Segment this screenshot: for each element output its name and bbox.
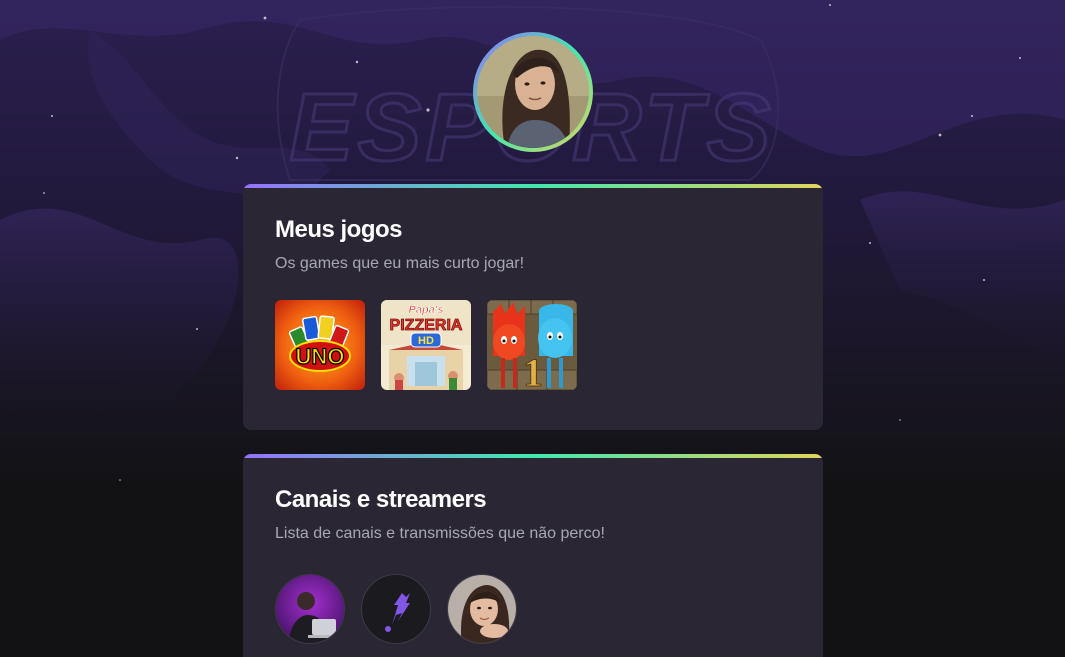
channels-card: Canais e streamers Lista de canais e tra… xyxy=(243,454,823,657)
games-card: Meus jogos Os games que eu mais curto jo… xyxy=(243,184,823,430)
uno-logo-text: UNO xyxy=(296,344,345,369)
channel-list xyxy=(275,574,791,644)
papas-title-small: Papa's xyxy=(408,304,443,316)
profile-avatar xyxy=(473,32,593,152)
game-uno[interactable]: UNO xyxy=(275,300,365,390)
channels-title: Canais e streamers xyxy=(275,486,487,513)
channel-avatar-3[interactable] xyxy=(447,574,517,644)
games-title: Meus jogos xyxy=(275,216,403,243)
fireboy-number: 1 xyxy=(523,350,543,390)
papas-title-hd: HD xyxy=(418,335,434,347)
channel-avatar-2[interactable] xyxy=(361,574,431,644)
games-subtitle: Os games que eu mais curto jogar! xyxy=(275,255,525,272)
channels-subtitle: Lista de canais e transmissões que não p… xyxy=(275,525,605,542)
avatar-photo xyxy=(477,36,589,148)
papas-title-main: PIZZERIA xyxy=(390,317,463,334)
channel-avatar-1[interactable] xyxy=(275,574,345,644)
game-fireboy-watergirl[interactable]: 1 xyxy=(487,300,577,390)
game-list: UNO Papa's PIZZERIA HD 1 xyxy=(275,300,791,390)
game-papas-pizzeria[interactable]: Papa's PIZZERIA HD xyxy=(381,300,471,390)
